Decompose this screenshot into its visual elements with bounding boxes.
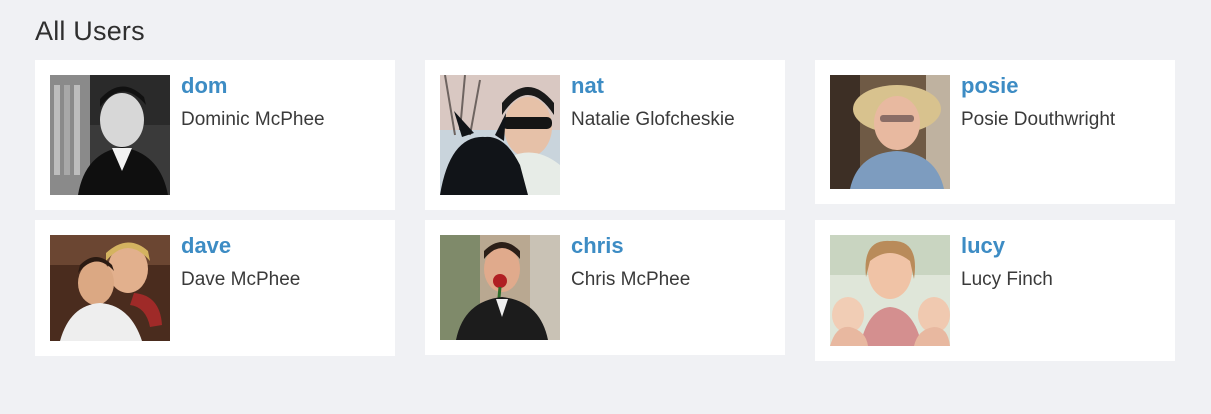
page-title: All Users <box>35 16 145 46</box>
user-card-lucy[interactable]: lucy Lucy Finch <box>815 220 1175 361</box>
user-full-name: Posie Douthwright <box>961 109 1116 130</box>
user-full-name: Dominic McPhee <box>181 109 325 130</box>
user-card-nat[interactable]: nat Natalie Glofcheskie <box>425 60 785 210</box>
username-link[interactable]: chris <box>571 233 624 259</box>
user-avatar-image[interactable] <box>440 75 560 195</box>
username-link[interactable]: posie <box>961 73 1018 99</box>
username-link[interactable]: lucy <box>961 233 1005 259</box>
user-avatar-image[interactable] <box>440 235 560 340</box>
user-avatar-image[interactable] <box>50 235 170 341</box>
user-card-dave[interactable]: dave Dave McPhee <box>35 220 395 356</box>
username-link[interactable]: dave <box>181 233 231 259</box>
user-full-name: Dave McPhee <box>181 269 301 290</box>
username-link[interactable]: dom <box>181 73 227 99</box>
user-full-name: Natalie Glofcheskie <box>571 109 735 130</box>
username-link[interactable]: nat <box>571 73 604 99</box>
user-avatar-image[interactable] <box>830 235 950 346</box>
user-full-name: Lucy Finch <box>961 269 1053 290</box>
user-card-posie[interactable]: posie Posie Douthwright <box>815 60 1175 204</box>
user-full-name: Chris McPhee <box>571 269 691 290</box>
user-avatar-image[interactable] <box>50 75 170 195</box>
user-card-dom[interactable]: dom Dominic McPhee <box>35 60 395 210</box>
user-card-chris[interactable]: chris Chris McPhee <box>425 220 785 355</box>
user-avatar-image[interactable] <box>830 75 950 189</box>
